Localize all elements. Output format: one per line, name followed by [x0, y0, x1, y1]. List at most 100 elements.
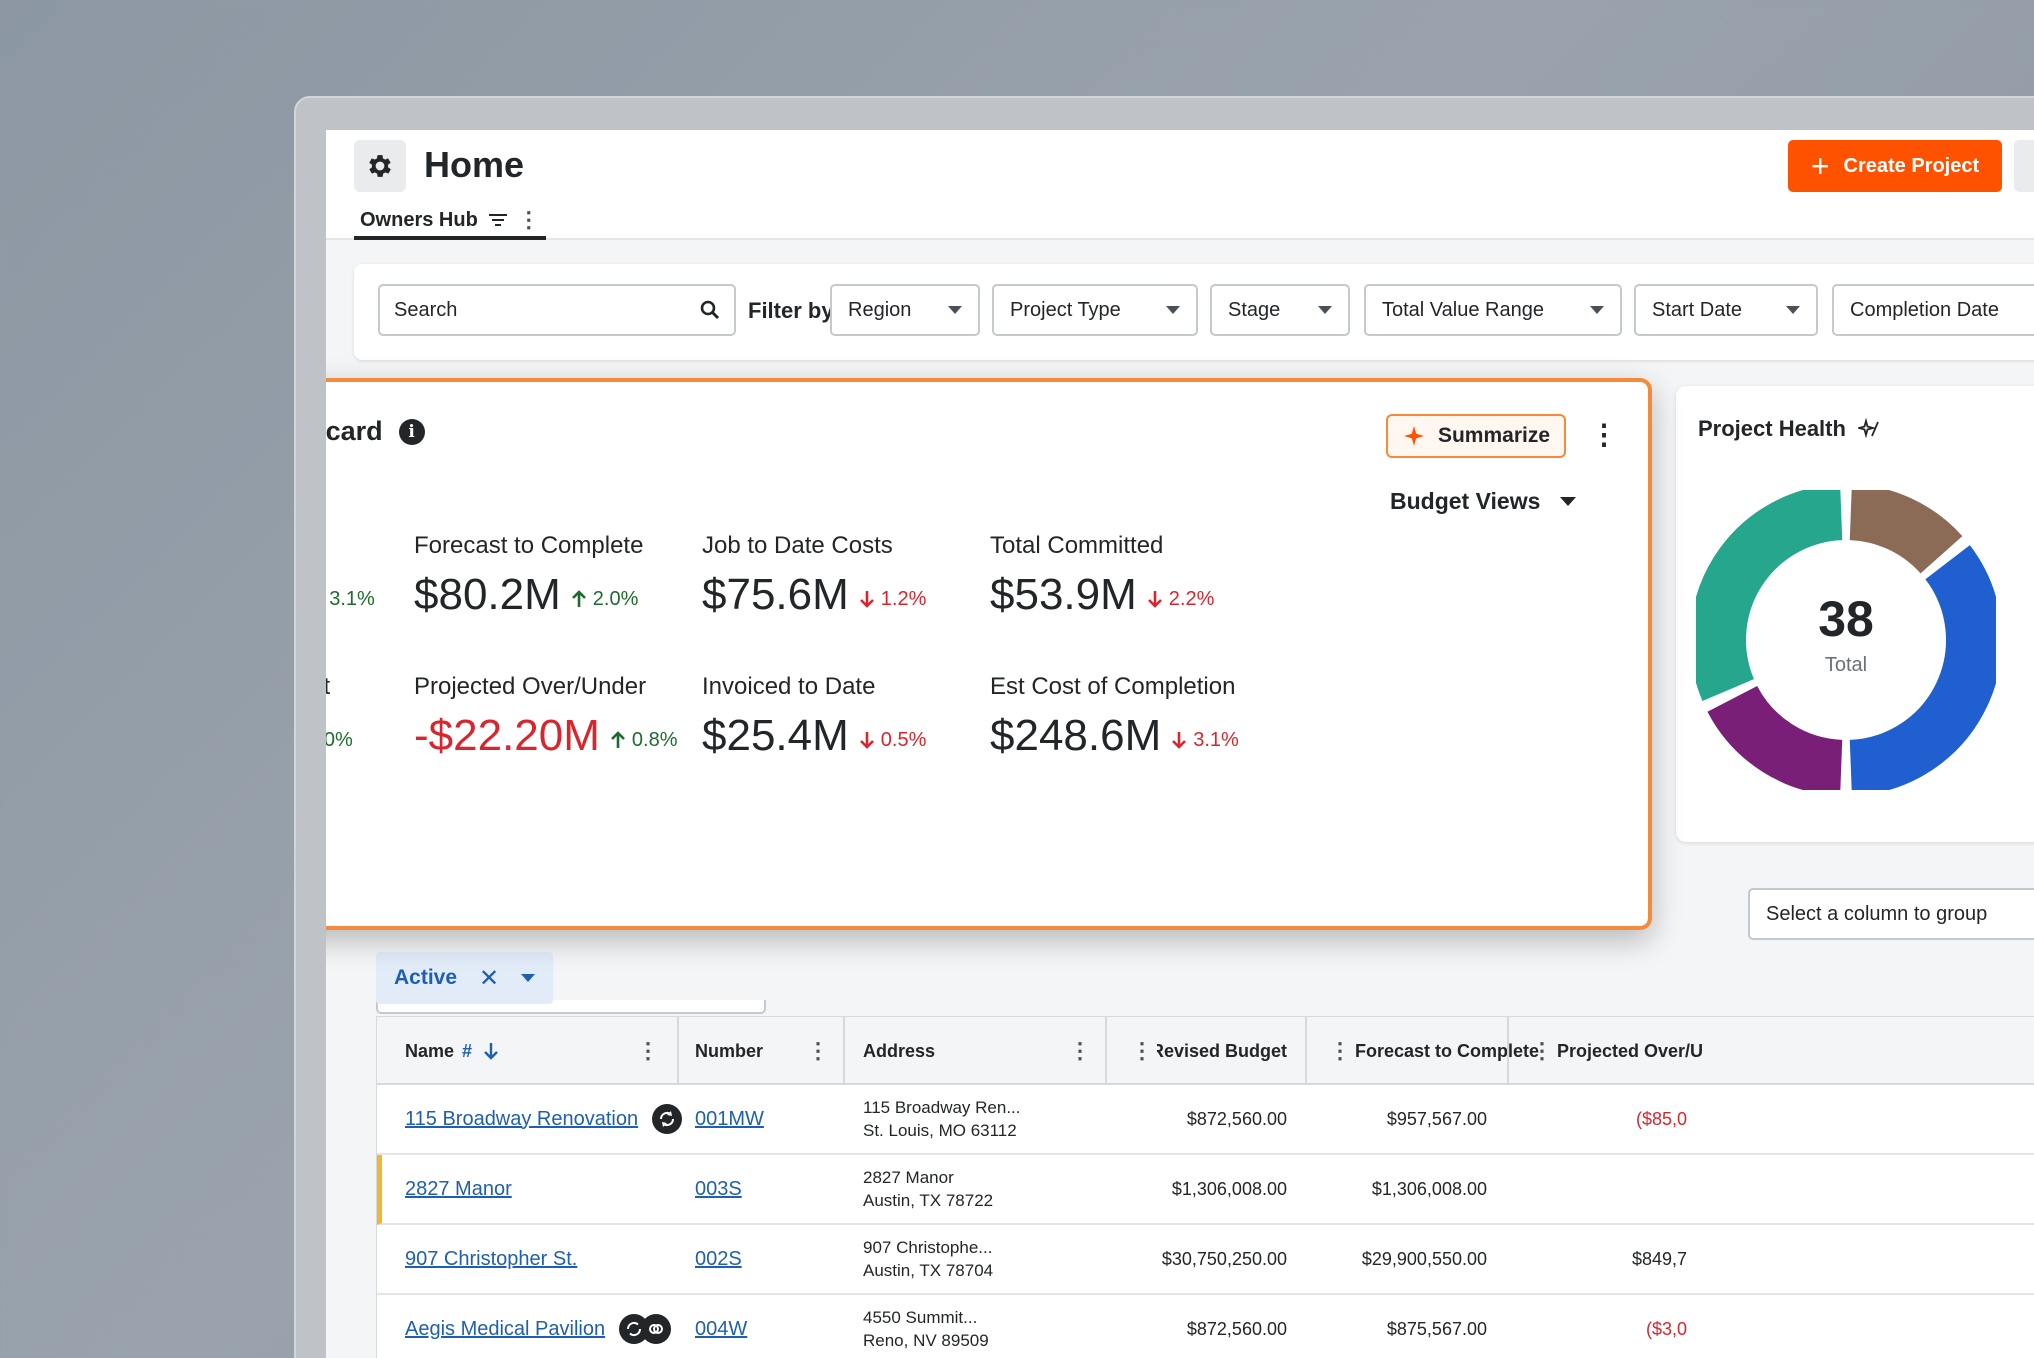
tab-more-icon[interactable]: ⋮ [518, 207, 540, 233]
project-health-card: Project Health 38 Total [1676, 386, 2034, 842]
column-projected-label: Projected Over/U [1557, 1040, 1704, 1061]
project-name-link[interactable]: 907 Christopher St. [405, 1248, 577, 1271]
donut-total-value: 38 [1818, 591, 1874, 647]
project-number-link[interactable]: 003S [695, 1178, 742, 1201]
project-name-link[interactable]: 115 Broadway Renovation [405, 1108, 638, 1131]
chevron-down-icon [1166, 306, 1180, 314]
arrow-down-icon [1147, 591, 1162, 608]
projects-table: Name # ⋮ Number ⋮ Address ⋮ ⋮ Revised Bu… [376, 1016, 2034, 1358]
revised-budget-value: $30,750,250.00 [1161, 1248, 1287, 1269]
metric-tile: Total Committed $53.9M 2.2% [990, 532, 1350, 620]
column-header-revised-budget[interactable]: Revised Budget [1157, 1017, 1287, 1085]
close-icon[interactable]: ✕ [479, 964, 499, 993]
column-divider [677, 1017, 679, 1085]
app-window: Home Owners Hub ⋮ + Create Project Searc… [326, 130, 2034, 1358]
filter-bar: Search Filter by Region Project Type Sta… [354, 264, 2034, 360]
budget-views-dropdown[interactable]: Budget Views [1390, 488, 1577, 515]
table-row[interactable]: 2827 Manor 003S 2827 Manor Austin, TX 78722… [377, 1155, 2034, 1225]
address-line-2: Reno, NV 89509 [863, 1331, 989, 1350]
project-type-dropdown[interactable]: Project Type [992, 284, 1198, 336]
column-header-address[interactable]: Address [863, 1017, 935, 1085]
column-menu-icon[interactable]: ⋮ [1131, 1017, 1153, 1085]
metric-change-value: 0.8% [631, 728, 678, 751]
secondary-header-button[interactable] [2014, 140, 2034, 192]
metric-change-value: 0.5% [880, 728, 927, 751]
sparkle-icon[interactable] [1857, 418, 1880, 440]
group-by-select[interactable]: Select a column to group [1748, 888, 2034, 940]
cell-name: Aegis Medical Pavilion [405, 1295, 672, 1358]
project-name-link[interactable]: Aegis Medical Pavilion [405, 1318, 605, 1341]
column-menu-icon[interactable]: ⋮ [1531, 1038, 1553, 1064]
search-input[interactable]: Search [378, 284, 736, 336]
chevron-down-icon[interactable] [521, 974, 536, 982]
table-row[interactable]: 115 Broadway Renovation 001MW 115 Broadway… [377, 1085, 2034, 1155]
project-type-dropdown-label: Project Type [1010, 298, 1121, 321]
start-date-dropdown[interactable]: Start Date [1634, 284, 1818, 336]
donut-segment[interactable] [1848, 484, 1963, 575]
column-divider [1105, 1017, 1107, 1085]
metric-change-value: 4.0% [326, 728, 353, 751]
cell-projected [1577, 1155, 1687, 1223]
cell-projected: $849,7 [1577, 1225, 1687, 1293]
cell-name: 2827 Manor [405, 1155, 512, 1223]
chevron-down-icon [1560, 497, 1577, 506]
column-menu-icon[interactable]: ⋮ [637, 1017, 659, 1085]
column-divider [1507, 1017, 1509, 1085]
revised-budget-value: $872,560.00 [1186, 1108, 1287, 1129]
settings-button[interactable] [354, 140, 406, 192]
table-row[interactable]: 907 Christopher St. 002S 907 Christophe...… [377, 1225, 2034, 1295]
arrow-up-icon [610, 731, 625, 748]
active-filter-chip[interactable]: Active ✕ [376, 952, 554, 1004]
project-name-link[interactable]: 2827 Manor [405, 1178, 512, 1201]
metric-change-value: 2.2% [1168, 587, 1215, 610]
column-header-projected[interactable]: ⋮ Projected Over/U [1531, 1017, 1703, 1085]
column-divider [843, 1017, 845, 1085]
sparkle-icon [1403, 426, 1424, 446]
stage-dropdown[interactable]: Stage [1210, 284, 1350, 336]
total-value-range-dropdown[interactable]: Total Value Range [1364, 284, 1622, 336]
column-address-label: Address [863, 1040, 936, 1061]
project-number-link[interactable]: 002S [695, 1248, 742, 1271]
project-health-title: Project Health [1698, 416, 1880, 442]
donut-segment[interactable] [1707, 685, 1844, 796]
address-line-2: Austin, TX 78704 [863, 1261, 994, 1280]
chevron-down-icon [948, 306, 962, 314]
metric-change: 0.5% [859, 728, 927, 752]
metric-value: $25.4M [702, 711, 849, 760]
gear-icon [369, 155, 391, 177]
link-icon [641, 1314, 672, 1344]
address-line-1: 2827 Manor [863, 1168, 954, 1187]
create-project-button[interactable]: + Create Project [1788, 140, 2002, 192]
column-menu-icon[interactable]: ⋮ [807, 1017, 829, 1085]
info-icon[interactable]: i [398, 418, 425, 445]
cell-name: 115 Broadway Renovation [405, 1085, 683, 1153]
scorecard-title-text: Financial Scorecard [326, 416, 383, 446]
project-number-link[interactable]: 004W [695, 1318, 747, 1341]
project-number-link[interactable]: 001MW [695, 1108, 764, 1131]
column-header-number[interactable]: Number [695, 1017, 763, 1085]
arrow-up-icon [571, 590, 586, 607]
group-by-select-label: Select a column to group [1766, 902, 1988, 925]
cell-number: 002S [695, 1225, 742, 1293]
filter-lines-icon[interactable] [488, 212, 508, 228]
table-row[interactable]: Aegis Medical Pavilion 004W 4550 Summit...… [377, 1295, 2034, 1358]
project-health-title-text: Project Health [1698, 416, 1846, 441]
more-options-icon[interactable]: ⋮ [1590, 418, 1618, 451]
revised-budget-value: $1,306,008.00 [1171, 1178, 1287, 1199]
completion-date-dropdown[interactable]: Completion Date [1832, 284, 2034, 336]
filter-by-label: Filter by [748, 298, 834, 323]
cell-revised-budget: $872,560.00 [1127, 1295, 1287, 1358]
region-dropdown[interactable]: Region [830, 284, 980, 336]
metric-change: 3.1% [326, 588, 375, 611]
address-line-1: 115 Broadway Ren... [863, 1098, 1021, 1117]
plus-icon: + [1810, 148, 1830, 184]
search-placeholder: Search [394, 298, 458, 321]
column-menu-icon[interactable]: ⋮ [1329, 1038, 1351, 1064]
summarize-button[interactable]: Summarize [1386, 414, 1566, 458]
column-header-name[interactable]: Name # [405, 1017, 665, 1085]
tab-owners-hub[interactable]: Owners Hub ⋮ [354, 204, 546, 240]
column-menu-icon[interactable]: ⋮ [1069, 1017, 1091, 1085]
metric-value: $53.9M [990, 570, 1137, 619]
revised-budget-value: $872,560.00 [1186, 1318, 1287, 1339]
arrow-down-icon[interactable] [482, 1041, 500, 1061]
